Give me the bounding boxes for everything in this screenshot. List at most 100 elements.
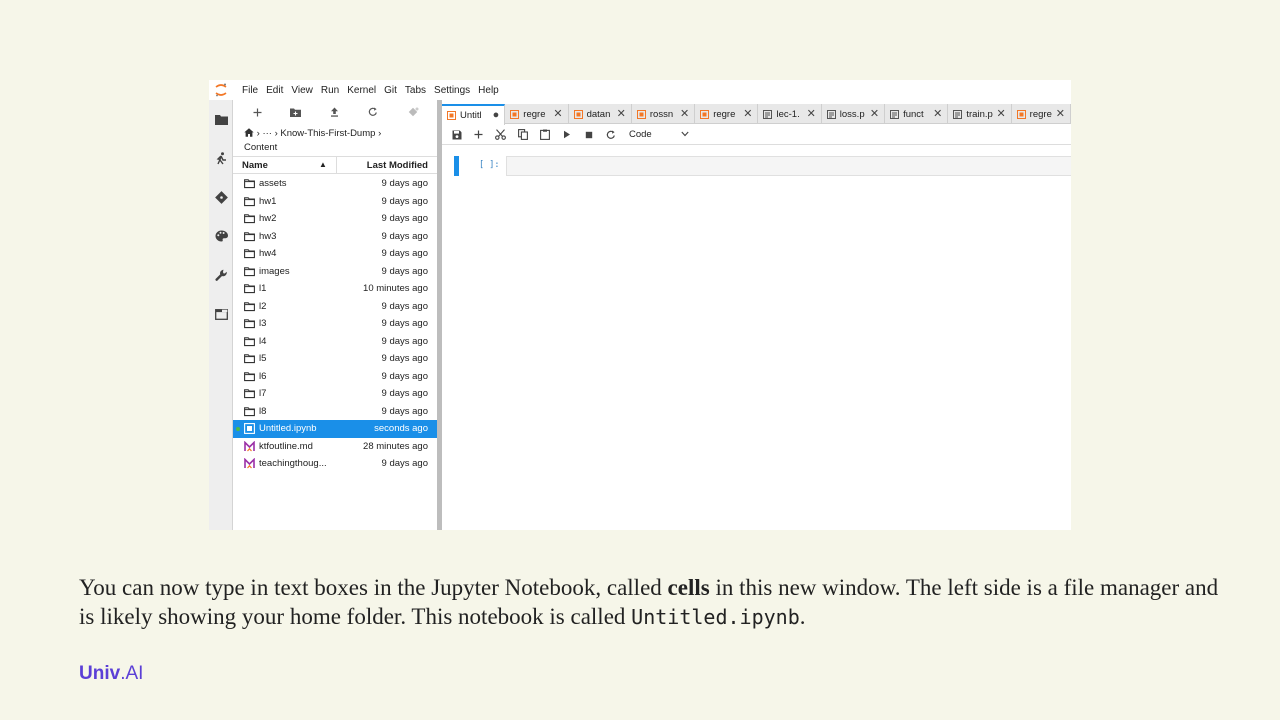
menu-edit[interactable]: Edit: [266, 85, 283, 96]
file-icon: [953, 109, 963, 119]
file-row[interactable]: l2 9 days ago: [233, 298, 437, 316]
file-row[interactable]: hw2 9 days ago: [233, 210, 437, 228]
sort-ascending-icon[interactable]: ▲: [319, 160, 327, 169]
breadcrumb-current[interactable]: Content: [244, 142, 277, 153]
folder-icon[interactable]: [213, 111, 229, 127]
file-row[interactable]: ktfoutline.md 28 minutes ago: [233, 438, 437, 456]
file-name: l4: [259, 335, 267, 347]
file-modified: 9 days ago: [381, 335, 428, 347]
close-icon[interactable]: ✕: [617, 107, 626, 120]
paste-icon[interactable]: [538, 128, 551, 141]
file-row[interactable]: assets 9 days ago: [233, 175, 437, 193]
menu-settings[interactable]: Settings: [434, 85, 470, 96]
folder-icon: [244, 353, 255, 364]
close-icon[interactable]: ✕: [680, 107, 689, 120]
close-icon[interactable]: ✕: [807, 107, 816, 120]
run-icon[interactable]: [560, 128, 573, 141]
document-tab[interactable]: Untitl ●: [442, 104, 506, 125]
running-icon[interactable]: [213, 150, 229, 166]
close-icon[interactable]: ✕: [743, 107, 752, 120]
folder-icon: [244, 318, 255, 329]
file-row[interactable]: teachingthoug... 9 days ago: [233, 455, 437, 473]
file-row[interactable]: hw4 9 days ago: [233, 245, 437, 263]
breadcrumb-folder[interactable]: Know-This-First-Dump: [280, 128, 375, 139]
file-name: ktfoutline.md: [259, 440, 313, 452]
document-tab[interactable]: funct ✕: [885, 104, 949, 124]
folder-icon: [244, 266, 255, 277]
notebook-icon: [244, 423, 255, 434]
save-icon[interactable]: [450, 128, 463, 141]
unsaved-dot-icon[interactable]: ●: [493, 109, 500, 121]
file-name: hw4: [259, 248, 277, 259]
jupyter-logo-icon: [209, 80, 233, 100]
restart-kernel-icon[interactable]: [604, 128, 617, 141]
markdown-icon: [244, 440, 255, 452]
document-tab[interactable]: loss.p ✕: [822, 104, 886, 124]
new-launcher-icon[interactable]: [249, 104, 265, 120]
insert-cell-icon[interactable]: [472, 128, 485, 141]
document-tab[interactable]: datan ✕: [569, 104, 632, 124]
menu-view[interactable]: View: [291, 85, 313, 96]
file-row[interactable]: hw1 9 days ago: [233, 193, 437, 211]
git-clone-icon[interactable]: [405, 104, 421, 120]
cut-icon[interactable]: [494, 128, 507, 141]
menu-file[interactable]: File: [242, 85, 258, 96]
close-icon[interactable]: ✕: [1056, 107, 1065, 120]
palette-icon[interactable]: [213, 228, 229, 244]
home-icon[interactable]: [244, 128, 254, 141]
file-row[interactable]: l3 9 days ago: [233, 315, 437, 333]
folder-icon: [244, 213, 255, 224]
column-last-modified[interactable]: Last Modified: [367, 160, 428, 171]
document-tab[interactable]: lec-1. ✕: [758, 104, 822, 124]
activity-bar: [209, 100, 233, 530]
menu-git[interactable]: Git: [384, 85, 397, 96]
upload-icon[interactable]: [326, 104, 342, 120]
breadcrumb-ellipsis[interactable]: ···: [262, 128, 272, 139]
notebook-icon: [1016, 109, 1026, 119]
new-folder-icon[interactable]: [287, 104, 303, 120]
close-icon[interactable]: ✕: [933, 107, 942, 120]
stop-icon[interactable]: [582, 128, 595, 141]
file-row[interactable]: l1 10 minutes ago: [233, 280, 437, 298]
document-tab[interactable]: train.p ✕: [948, 104, 1012, 124]
git-icon[interactable]: [213, 189, 229, 205]
breadcrumb-separator: ›: [256, 128, 260, 139]
menu-tabs[interactable]: Tabs: [405, 85, 426, 96]
copy-icon[interactable]: [516, 128, 529, 141]
file-row[interactable]: l8 9 days ago: [233, 403, 437, 421]
close-icon[interactable]: ✕: [996, 107, 1005, 120]
menu-help[interactable]: Help: [478, 85, 499, 96]
menu-run[interactable]: Run: [321, 85, 339, 96]
document-tab[interactable]: regre ✕: [695, 104, 759, 124]
wrench-icon[interactable]: [213, 267, 229, 283]
document-tab[interactable]: regre ✕: [505, 104, 569, 124]
breadcrumb-separator: ›: [274, 128, 278, 139]
file-row[interactable]: l4 9 days ago: [233, 333, 437, 351]
column-name[interactable]: Name: [242, 160, 268, 171]
cell-type-select[interactable]: Code: [629, 129, 689, 140]
folder-icon: [244, 406, 255, 417]
file-row[interactable]: hw3 9 days ago: [233, 228, 437, 246]
menu-kernel[interactable]: Kernel: [347, 85, 376, 96]
file-browser: › ··· › Know-This-First-Dump › Content N…: [233, 100, 437, 530]
brand-logo: Univ.AI: [79, 663, 143, 685]
file-icon: [890, 109, 900, 119]
tab-label: regre: [523, 108, 546, 120]
file-row[interactable]: l5 9 days ago: [233, 350, 437, 368]
file-row[interactable]: images 9 days ago: [233, 263, 437, 281]
folder-icon: [244, 388, 255, 399]
refresh-icon[interactable]: [365, 104, 381, 120]
close-icon[interactable]: ✕: [870, 107, 879, 120]
code-cell[interactable]: [ ]:: [442, 154, 1071, 178]
column-divider[interactable]: [336, 157, 337, 174]
folder-icon: [244, 231, 255, 242]
tabs-icon[interactable]: [213, 306, 229, 322]
file-row[interactable]: Untitled.ipynb seconds ago: [233, 420, 437, 438]
file-name: teachingthoug...: [259, 458, 327, 469]
document-tab[interactable]: rossn ✕: [632, 104, 696, 124]
cell-input[interactable]: [506, 156, 1071, 176]
file-row[interactable]: l6 9 days ago: [233, 368, 437, 386]
close-icon[interactable]: ✕: [553, 107, 562, 120]
document-tab[interactable]: regre ✕: [1012, 104, 1071, 124]
file-row[interactable]: l7 9 days ago: [233, 385, 437, 403]
